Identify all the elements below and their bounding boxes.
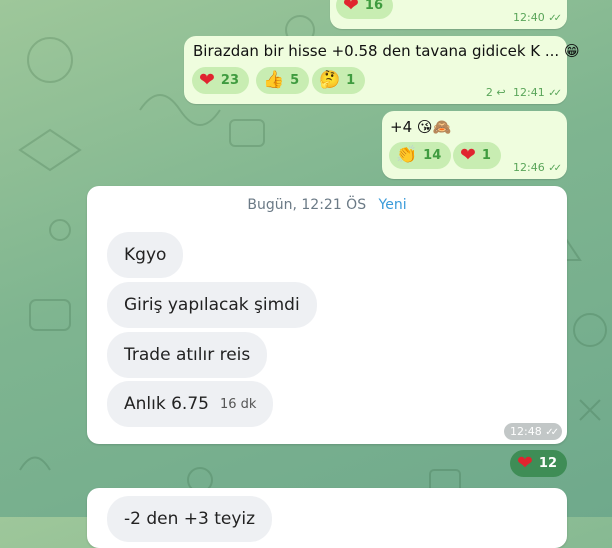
thinking-face-icon: 🤔	[319, 70, 341, 90]
heart-icon: ❤	[460, 144, 476, 166]
card-date: Bugün, 12:21 ÖS	[247, 197, 367, 213]
reaction-heart[interactable]: ❤ 1	[453, 142, 501, 169]
read-ticks-icon: ✓✓	[545, 427, 559, 438]
list-item: Trade atılır reis	[107, 332, 268, 378]
reaction-thumbs-up[interactable]: 👍 5	[256, 67, 310, 94]
message-bubble[interactable]: +4 😘🙈 👏 14 ❤ 1 12:46 ✓✓	[382, 111, 567, 179]
image-message-card[interactable]: -2 den +3 teyiz	[87, 488, 567, 548]
reply-arrow-icon: ↩	[496, 86, 506, 99]
message-bubble[interactable]: ❤ 16 12:40 ✓✓	[330, 0, 567, 29]
item-age: 16 dk	[219, 396, 257, 412]
reaction-count: 12	[538, 456, 558, 471]
image-message-card[interactable]: Bugün, 12:21 ÖS Yeni Kgyo Giriş yapılaca…	[87, 186, 567, 444]
clapping-hands-icon: 👏	[396, 145, 418, 165]
heart-icon: ❤	[199, 69, 215, 91]
reaction-heart[interactable]: ❤ 23	[192, 67, 250, 94]
message-text: Birazdan bir hisse +0.58 den tavana gidi…	[193, 42, 580, 60]
reaction-thinking[interactable]: 🤔 1	[312, 67, 366, 94]
new-link[interactable]: Yeni	[379, 197, 407, 213]
reaction-count: 5	[290, 73, 300, 88]
message-text: +4 😘🙈	[390, 118, 452, 136]
reaction-count: 14	[423, 148, 442, 163]
message-meta: 2 ↩ 12:41 ✓✓	[485, 86, 562, 99]
heart-icon: ❤	[517, 452, 533, 474]
message-bubble[interactable]: Birazdan bir hisse +0.58 den tavana gidi…	[184, 36, 580, 104]
reaction-heart[interactable]: ❤ 12	[510, 450, 568, 477]
message-time: 12:40 ✓✓	[513, 11, 562, 24]
reply-count[interactable]: 2	[486, 86, 493, 99]
reaction-count: 16	[364, 0, 384, 13]
card-header: Bugün, 12:21 ÖS Yeni	[87, 197, 567, 213]
card-time-badge: 12:48 ✓✓	[504, 423, 562, 440]
reaction-clap[interactable]: 👏 14	[389, 142, 452, 169]
thumbs-up-icon: 👍	[263, 70, 285, 90]
reaction-count: 1	[481, 148, 491, 163]
list-item: Anlık 6.75 16 dk	[107, 381, 274, 427]
read-ticks-icon: ✓✓	[548, 13, 562, 24]
list-item: -2 den +3 teyiz	[107, 496, 273, 542]
list-item: Kgyo	[107, 232, 184, 278]
list-item: Giriş yapılacak şimdi	[107, 282, 317, 328]
list-item-text: Anlık 6.75	[124, 394, 209, 414]
message-time: 12:46 ✓✓	[513, 161, 562, 174]
heart-icon: ❤	[343, 0, 359, 16]
reaction-count: 23	[220, 73, 240, 88]
reaction-heart[interactable]: ❤ 16	[336, 0, 394, 19]
reaction-count: 1	[346, 73, 356, 88]
read-ticks-icon: ✓✓	[548, 163, 562, 174]
read-ticks-icon: ✓✓	[548, 88, 562, 99]
